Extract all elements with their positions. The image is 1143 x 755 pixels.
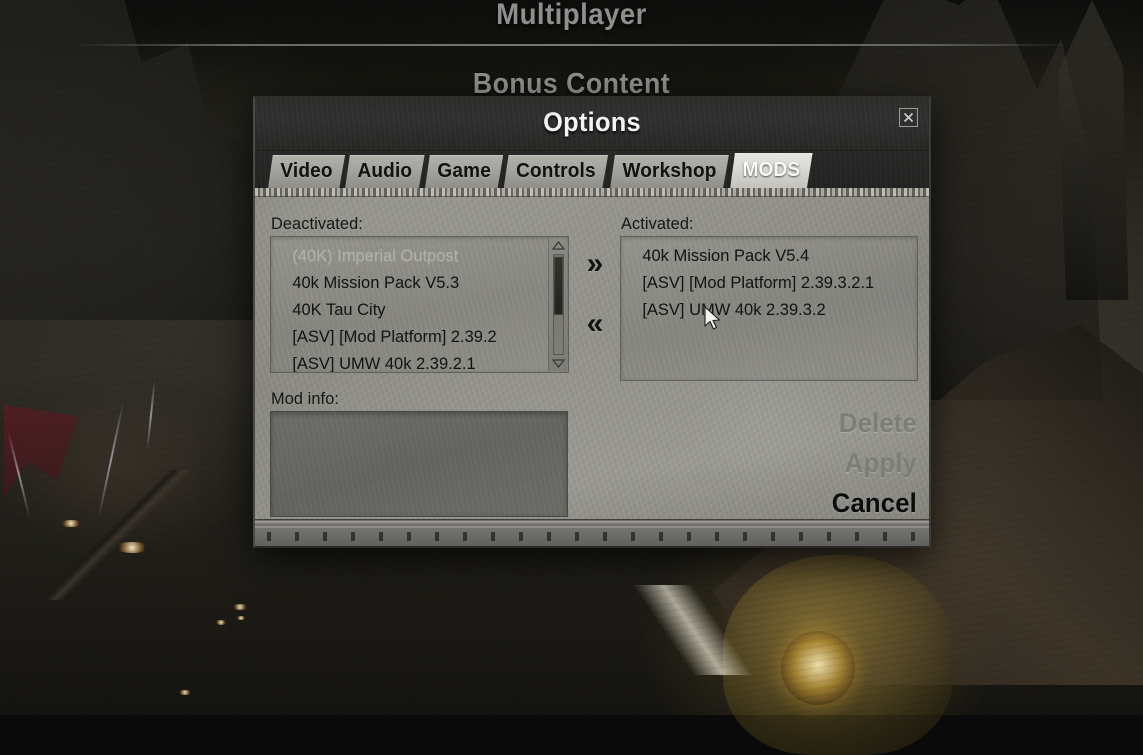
deactivated-list-label: Deactivated: — [271, 214, 363, 233]
tab-controls[interactable]: Controls — [504, 155, 608, 188]
lightning-streak — [7, 431, 31, 519]
list-item[interactable]: [ASV] [Mod Platform] 2.39.2 — [271, 323, 559, 350]
close-x-icon — [903, 112, 914, 123]
tab-workshop[interactable]: Workshop — [610, 155, 729, 188]
banner-pole — [26, 470, 206, 600]
tab-audio[interactable]: Audio — [345, 155, 424, 188]
options-dialog: Options Video Audio Game Controls Worksh… — [253, 96, 931, 548]
dialog-body: Deactivated: Activated: (40K) Imperial O… — [255, 197, 929, 546]
mod-info-label: Mod info: — [271, 389, 339, 408]
scroll-up-button[interactable] — [550, 238, 566, 253]
deactivated-items: (40K) Imperial Outpost 40k Mission Pack … — [271, 237, 568, 372]
tab-bar: Video Audio Game Controls Workshop MODS — [255, 151, 929, 188]
lightning-streak — [97, 401, 125, 519]
list-item[interactable]: [ASV] UMW 40k 2.39.3.2 — [621, 296, 908, 323]
tracer-streak — [573, 585, 813, 675]
tab-mods[interactable]: MODS — [730, 153, 812, 188]
deactivate-mod-button[interactable]: « — [578, 309, 612, 339]
banner-silhouette — [4, 405, 79, 498]
activated-mod-list[interactable]: 40k Mission Pack V5.4 [ASV] [Mod Platfor… — [620, 236, 918, 381]
tab-video[interactable]: Video — [268, 155, 345, 188]
deactivated-list-scrollbar[interactable] — [548, 238, 567, 371]
ember-spark — [236, 616, 246, 620]
list-item[interactable]: [ASV] [Mod Platform] 2.39.3.2.1 — [621, 269, 908, 296]
ember-spark — [232, 604, 248, 610]
spire-silhouette — [1058, 0, 1129, 300]
delete-button: Delete — [838, 408, 917, 438]
ember-spark — [178, 690, 192, 695]
cancel-button[interactable]: Cancel — [727, 483, 917, 523]
dialog-title-bar: Options — [255, 98, 929, 151]
triangle-up-icon — [551, 241, 565, 250]
emblem-glow — [781, 631, 855, 705]
activate-mod-button[interactable]: » — [578, 249, 612, 279]
scroll-down-button[interactable] — [550, 356, 566, 371]
dialog-title: Options — [543, 107, 641, 137]
scrollbar-thumb[interactable] — [553, 257, 563, 315]
ember-spark — [115, 542, 149, 553]
list-item[interactable]: [ASV] UMW 40k 2.39.2.1 — [271, 350, 559, 372]
shoulder-pad-silhouette — [723, 555, 953, 755]
list-item[interactable]: 40k Mission Pack V5.3 — [271, 269, 559, 296]
apply-button: Apply — [844, 448, 917, 478]
close-button[interactable] — [899, 108, 918, 127]
ember-spark — [215, 620, 227, 625]
activated-items: 40k Mission Pack V5.4 [ASV] [Mod Platfor… — [621, 237, 917, 323]
mod-info-panel — [270, 411, 568, 517]
ember-spark — [60, 520, 82, 527]
list-item[interactable]: 40k Mission Pack V5.4 — [621, 242, 908, 269]
action-buttons-group: Delete Apply Cancel — [717, 403, 917, 523]
lightning-streak — [146, 380, 156, 450]
deactivated-mod-list[interactable]: (40K) Imperial Outpost 40k Mission Pack … — [270, 236, 569, 373]
tab-game[interactable]: Game — [425, 155, 503, 188]
activated-list-label: Activated: — [621, 214, 694, 233]
triangle-down-icon — [551, 359, 565, 368]
tab-decoration-strip — [255, 188, 929, 197]
scrollbar-track[interactable] — [552, 254, 564, 355]
move-buttons-group: » « — [573, 241, 617, 361]
list-item[interactable]: 40K Tau City — [271, 296, 559, 323]
rivet-row — [255, 532, 929, 541]
list-item: (40K) Imperial Outpost — [292, 246, 459, 265]
dialog-bottom-trim — [255, 519, 929, 546]
